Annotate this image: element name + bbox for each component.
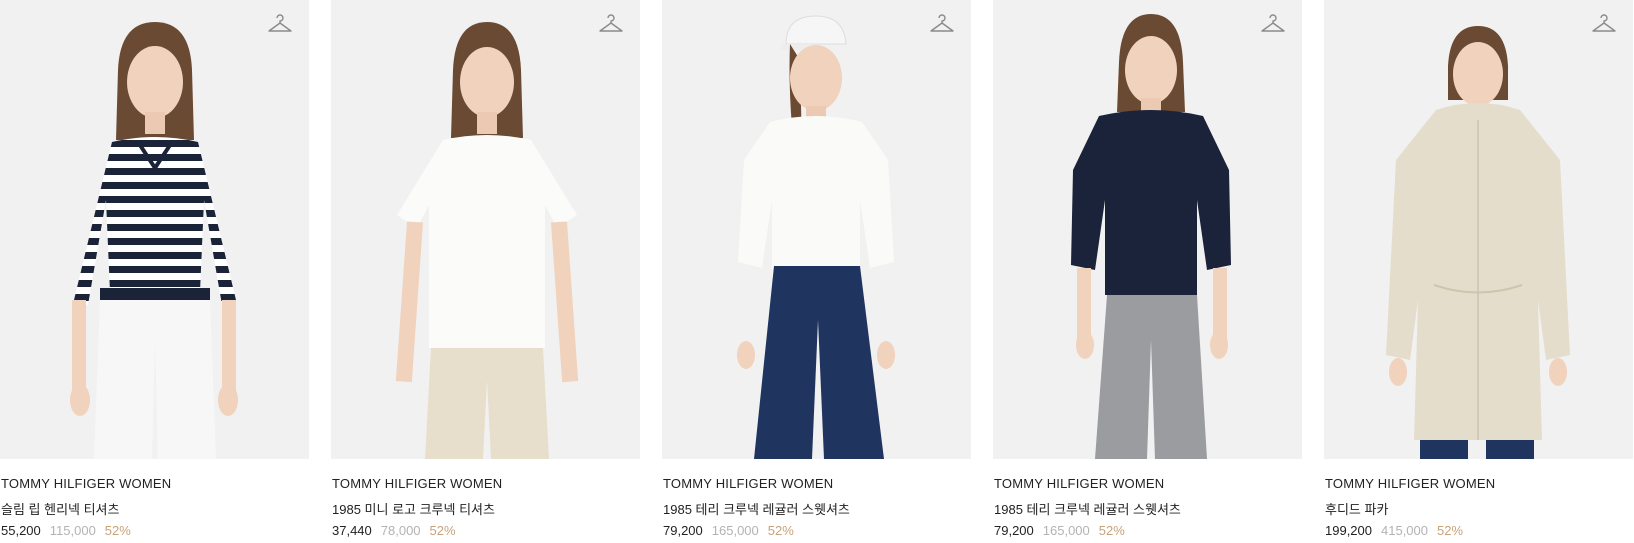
product-image[interactable] [1324,0,1633,459]
product-name[interactable]: 1985 미니 로고 크루넥 티셔츠 [332,499,495,518]
product-card[interactable]: TOMMY HILFIGER WOMEN 1985 테리 크루넥 레귤러 스웻셔… [993,0,1302,543]
original-price: 115,000 [49,523,96,538]
discount-rate: 52% [1098,523,1125,538]
product-image[interactable] [662,0,971,459]
product-brand[interactable]: TOMMY HILFIGER WOMEN [1325,476,1495,491]
hanger-icon[interactable] [267,12,293,38]
sale-price: 55,200 [1,523,41,538]
original-price: 165,000 [711,523,759,538]
discount-rate: 52% [104,523,131,538]
price-row: 37,440 78,000 52% [332,523,456,538]
product-brand[interactable]: TOMMY HILFIGER WOMEN [663,476,833,491]
product-card[interactable]: TOMMY HILFIGER WOMEN 1985 미니 로고 크루넥 티셔츠 … [331,0,640,543]
original-price: 415,000 [1381,523,1428,538]
discount-rate: 52% [1437,523,1464,538]
product-card[interactable]: TOMMY HILFIGER WOMEN 슬림 립 헨리넥 티셔츠 55,200… [0,0,309,543]
price-row: 79,200 165,000 52% [994,523,1125,538]
sale-price: 79,200 [663,523,703,538]
hanger-icon[interactable] [1591,12,1617,38]
hanger-icon[interactable] [1260,12,1286,38]
product-image[interactable] [993,0,1302,459]
discount-rate: 52% [767,523,794,538]
product-name[interactable]: 1985 테리 크루넥 레귤러 스웻셔츠 [663,499,850,518]
model-white-sweatshirt-image [737,15,895,459]
product-image[interactable] [331,0,640,459]
original-price: 78,000 [380,523,421,538]
product-card[interactable]: TOMMY HILFIGER WOMEN 후디드 파카 199,200 415,0… [1324,0,1633,543]
product-name[interactable]: 후디드 파카 [1325,499,1388,518]
product-image[interactable] [0,0,309,459]
product-brand[interactable]: TOMMY HILFIGER WOMEN [332,476,502,491]
model-navy-sweatshirt-image [1071,14,1231,459]
model-striped-henley-tee-image [70,22,238,459]
hanger-icon[interactable] [598,12,624,38]
product-brand[interactable]: TOMMY HILFIGER WOMEN [994,476,1164,491]
product-name[interactable]: 1985 테리 크루넥 레귤러 스웻셔츠 [994,499,1181,518]
price-row: 79,200 165,000 52% [663,523,794,538]
product-name[interactable]: 슬림 립 헨리넥 티셔츠 [1,499,119,518]
price-row: 199,200 415,000 52% [1325,523,1463,538]
product-grid: TOMMY HILFIGER WOMEN 슬림 립 헨리넥 티셔츠 55,200… [0,0,1634,543]
sale-price: 199,200 [1325,523,1372,538]
discount-rate: 52% [429,523,456,538]
price-row: 55,200 115,000 52% [1,523,131,538]
original-price: 165,000 [1042,523,1090,538]
model-white-crew-tee-image [395,22,579,459]
product-card[interactable]: TOMMY HILFIGER WOMEN 1985 테리 크루넥 레귤러 스웻셔… [662,0,971,543]
sale-price: 37,440 [332,523,372,538]
hanger-icon[interactable] [929,12,955,38]
model-beige-parka-image [1386,26,1570,459]
sale-price: 79,200 [994,523,1034,538]
product-brand[interactable]: TOMMY HILFIGER WOMEN [1,476,171,491]
